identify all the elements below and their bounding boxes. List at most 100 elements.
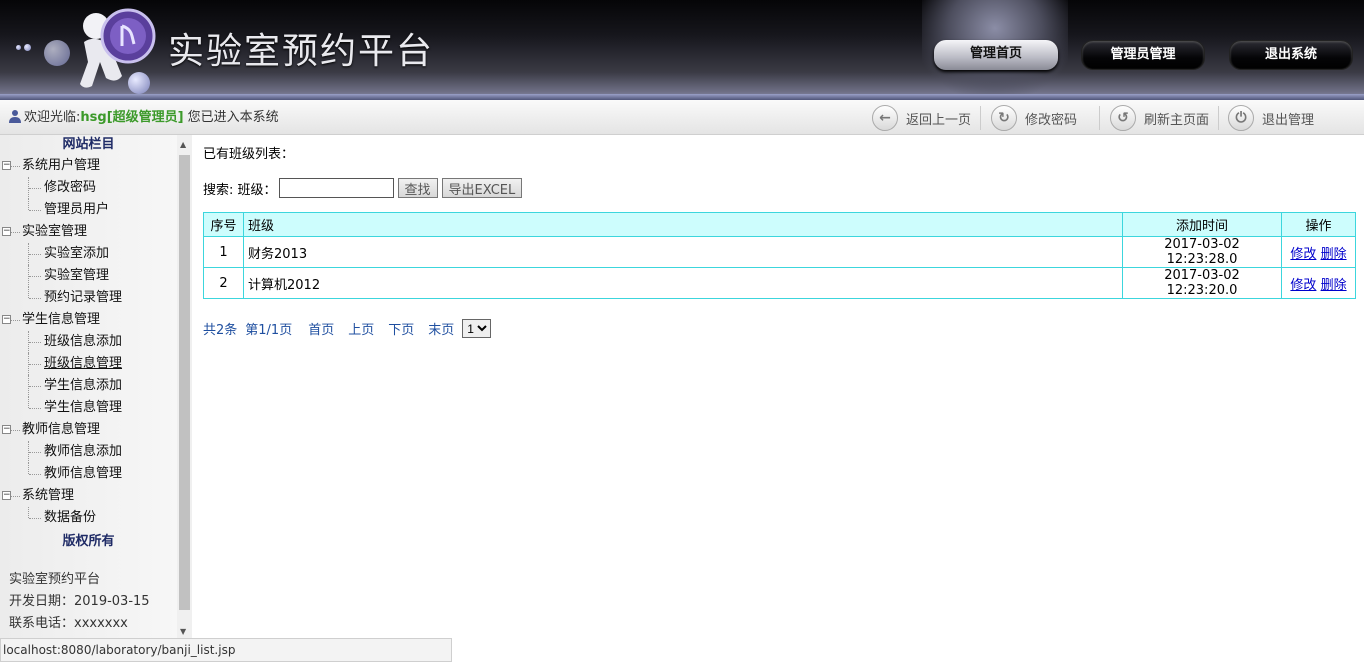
sidebar-item-label[interactable]: 教师信息管理 [44, 466, 122, 481]
sidebar-group[interactable]: − 学生信息管理 [0, 309, 177, 331]
next-page-link[interactable]: 下页 [388, 319, 414, 338]
table-row: 2 计算机2012 2017-03-02 12:23:20.0 修改 删除 [203, 267, 1356, 299]
refresh-main-button[interactable]: ↺ 刷新主页面 [1110, 104, 1209, 132]
sidebar-item[interactable]: 班级信息添加 [0, 331, 177, 353]
go-back-button[interactable]: ← 返回上一页 [872, 104, 971, 132]
row-added-time: 2017-03-02 12:23:20.0 [1122, 267, 1282, 299]
footer-site-name: 实验室预约平台 [9, 572, 101, 587]
logout-button[interactable]: ⏻ 退出管理 [1228, 104, 1314, 132]
tree-connector [29, 364, 41, 365]
sidebar-group-label[interactable]: 学生信息管理 [22, 312, 100, 327]
sidebar-item-label[interactable]: 预约记录管理 [44, 290, 122, 305]
sidebar-item[interactable]: 管理员用户 [0, 199, 177, 221]
copyright-label: 版权所有 [62, 534, 115, 549]
go-back-label: 返回上一页 [906, 112, 972, 128]
sidebar-item[interactable]: 实验室管理 [0, 265, 177, 287]
decor-dot [24, 44, 31, 51]
sidebar-group-label[interactable]: 实验室管理 [22, 224, 87, 239]
sidebar-item-label[interactable]: 学生信息添加 [44, 378, 122, 393]
first-page-link[interactable]: 首页 [308, 319, 334, 338]
col-class-header: 班级 [243, 212, 1123, 237]
sidebar-item[interactable]: 实验室添加 [0, 243, 177, 265]
collapse-icon[interactable]: − [2, 161, 11, 170]
sidebar-scrollbar[interactable]: ▲ ▼ [177, 135, 192, 638]
sidebar-item[interactable]: 修改密码 [0, 177, 177, 199]
collapse-icon[interactable]: − [2, 491, 11, 500]
sidebar-item[interactable]: 数据备份 [0, 507, 177, 529]
sidebar-item[interactable]: 教师信息添加 [0, 441, 177, 463]
collapse-icon[interactable]: − [2, 425, 11, 434]
change-password-button[interactable]: ↻ 修改密码 [991, 104, 1077, 132]
sidebar-group-label[interactable]: 系统用户管理 [22, 158, 100, 173]
search-form: 搜索: 班级： 查找 导出EXCEL [203, 177, 1356, 199]
last-page-link[interactable]: 末页 [428, 319, 454, 338]
tree-connector [11, 166, 20, 167]
export-excel-button[interactable]: 导出EXCEL [441, 178, 523, 198]
sidebar-item[interactable]: 学生信息添加 [0, 375, 177, 397]
delete-link[interactable]: 删除 [1321, 247, 1347, 262]
tool-divider [1099, 106, 1100, 130]
search-button[interactable]: 查找 [397, 178, 438, 198]
tree-connector [29, 452, 41, 453]
pagination: 共2条 第1/1页 首页 上页 下页 末页 1 [203, 319, 1356, 338]
collapse-icon[interactable]: − [2, 227, 11, 236]
refresh-icon: ↺ [1110, 105, 1136, 131]
edit-link[interactable]: 修改 [1290, 278, 1316, 293]
sidebar-item-label[interactable]: 实验室管理 [44, 268, 109, 283]
sidebar-item-label[interactable]: 教师信息添加 [44, 444, 122, 459]
welcome-prefix: 欢迎光临: [24, 110, 81, 125]
sidebar-group[interactable]: − 系统用户管理 [0, 155, 177, 177]
tree-connector [29, 342, 41, 343]
delete-link[interactable]: 删除 [1321, 278, 1347, 293]
edit-link[interactable]: 修改 [1290, 247, 1316, 262]
sidebar-group-label[interactable]: 系统管理 [22, 488, 74, 503]
scrollbar-thumb[interactable] [179, 155, 190, 610]
tree-connector [29, 210, 41, 211]
page-select[interactable]: 1 [462, 319, 492, 338]
sidebar-group[interactable]: − 实验室管理 [0, 221, 177, 243]
tree-connector [11, 232, 20, 233]
sidebar-item-label[interactable]: 修改密码 [44, 180, 96, 195]
sidebar-menu: 网站栏目 − 系统用户管理 修改密码 管理员用户 − 实验室管理 实验室添加 实验室管理 预约记… [0, 135, 177, 638]
main-content: 已有班级列表： 搜索: 班级： 查找 导出EXCEL 序号 班级 添加时间 操作… [203, 145, 1356, 338]
tree-connector [29, 254, 41, 255]
row-actions: 修改 删除 [1281, 267, 1356, 299]
row-actions: 修改 删除 [1281, 236, 1356, 268]
tree-connector [28, 199, 29, 210]
sidebar-item-label[interactable]: 数据备份 [44, 510, 96, 525]
sidebar-group[interactable]: − 系统管理 [0, 485, 177, 507]
welcome-message: 欢迎光临: hsg[超级管理员] 您已进入本系统 [8, 106, 279, 125]
footer-phone: 联系电话：xxxxxxx [9, 616, 128, 631]
nav-admin-home-button[interactable]: 管理首页 [934, 40, 1058, 70]
nav-exit-system-button[interactable]: 退出系统 [1229, 40, 1353, 70]
col-index-header: 序号 [203, 212, 244, 237]
logo-figure-icon [80, 8, 156, 88]
decor-dot [44, 40, 70, 66]
tree-connector [29, 474, 41, 475]
row-class-name: 计算机2012 [243, 267, 1123, 299]
sidebar-item-label[interactable]: 学生信息管理 [44, 400, 122, 415]
sidebar-item-label[interactable]: 班级信息管理 [44, 356, 122, 371]
refresh-circle-icon: ↻ [991, 105, 1017, 131]
sidebar-group[interactable]: − 教师信息管理 [0, 419, 177, 441]
collapse-icon[interactable]: − [2, 315, 11, 324]
current-username: hsg[超级管理员] [80, 110, 184, 125]
page-title: 已有班级列表： [203, 147, 295, 162]
sidebar-item[interactable]: 预约记录管理 [0, 287, 177, 309]
sidebar-item[interactable]: 教师信息管理 [0, 463, 177, 485]
row-class-name: 财务2013 [243, 236, 1123, 268]
class-search-input[interactable] [278, 178, 394, 198]
sidebar-item[interactable]: 班级信息管理 [0, 353, 177, 375]
browser-status-bar: localhost:8080/laboratory/banji_list.jsp [0, 638, 452, 662]
sidebar-item-label[interactable]: 班级信息添加 [44, 334, 122, 349]
sidebar-item[interactable]: 学生信息管理 [0, 397, 177, 419]
prev-page-link[interactable]: 上页 [348, 319, 374, 338]
nav-admin-manage-button[interactable]: 管理员管理 [1081, 40, 1205, 70]
sidebar-item-label[interactable]: 管理员用户 [44, 202, 109, 217]
sidebar-group-label[interactable]: 教师信息管理 [22, 422, 100, 437]
sidebar-item-label[interactable]: 实验室添加 [44, 246, 109, 261]
tree-connector [11, 496, 20, 497]
scroll-down-icon[interactable]: ▼ [180, 627, 186, 636]
scroll-up-icon[interactable]: ▲ [180, 140, 186, 149]
tree-connector [11, 320, 20, 321]
